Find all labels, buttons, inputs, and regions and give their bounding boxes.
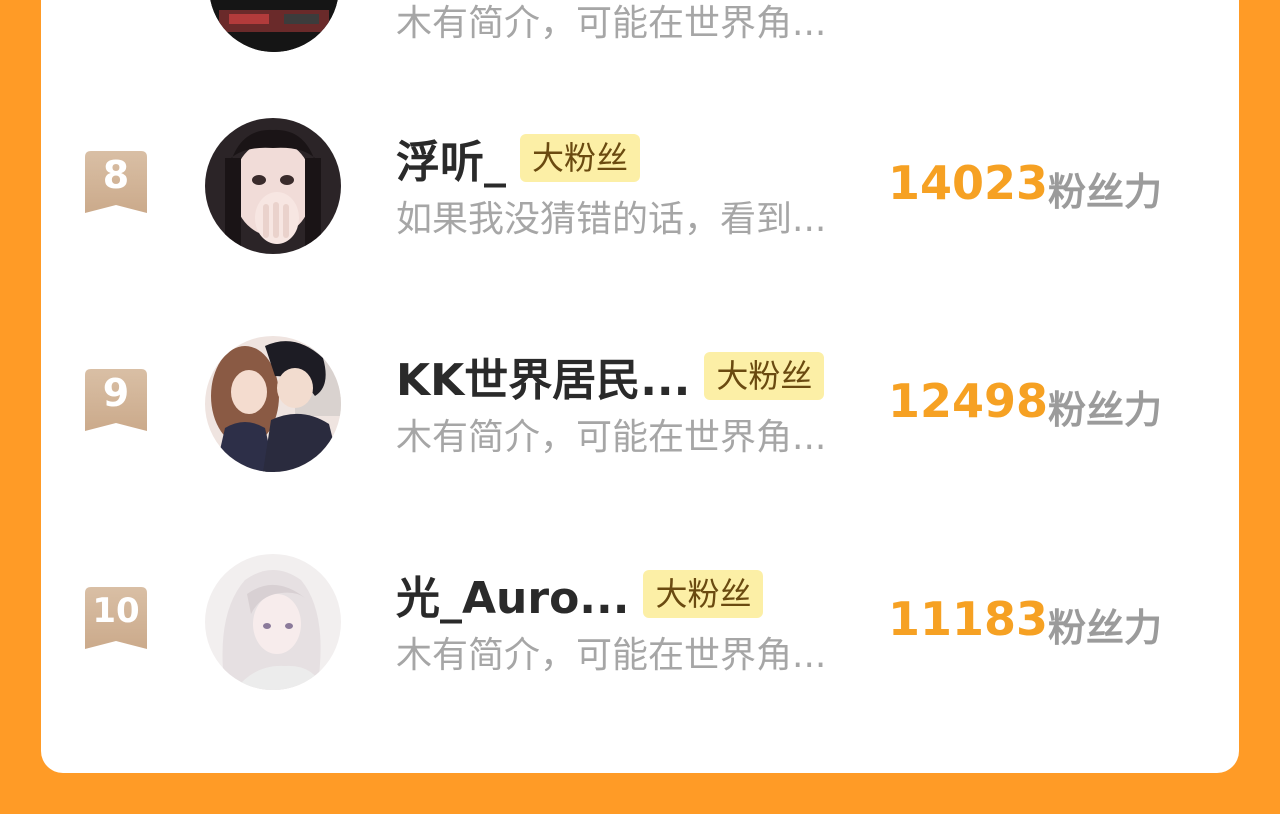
fan-level-tag: 大粉丝 bbox=[643, 570, 764, 618]
user-description: 如果我没猜错的话，看到... bbox=[396, 199, 827, 240]
user-name[interactable]: KK世界居民... bbox=[396, 344, 690, 408]
rank-number: 10 bbox=[92, 591, 140, 631]
fan-level-tag: 大粉丝 bbox=[520, 134, 641, 182]
avatar-girl-dark-hair-icon[interactable] bbox=[205, 118, 341, 254]
user-description: 木有简介，可能在世界角... bbox=[396, 635, 827, 676]
name-line: 光_Auro... 大粉丝 bbox=[396, 562, 764, 626]
name-line: KK世界居民... 大粉丝 bbox=[396, 344, 825, 408]
list-item[interactable]: 9 KK世界居民... 大粉丝 木有简介，可能在世界角... 12498 粉丝力 bbox=[41, 336, 1239, 476]
list-item[interactable]: 10 光_Auro... 大粉丝 木有简介，可能在世界角... 11183 粉丝… bbox=[41, 554, 1239, 694]
rank-badge: 9 bbox=[85, 369, 147, 433]
fan-power-label: 粉丝力 bbox=[1048, 606, 1163, 650]
avatar-white-hair-girl-icon[interactable] bbox=[205, 554, 341, 690]
user-description: 木有简介，可能在世界角... bbox=[396, 417, 827, 458]
rank-number: 8 bbox=[102, 153, 130, 197]
fan-power-score: 12498 bbox=[888, 374, 1049, 428]
rank-badge: 10 bbox=[85, 587, 147, 651]
user-name[interactable]: 浮听_ bbox=[396, 126, 506, 190]
user-name[interactable]: 光_Auro... bbox=[396, 562, 629, 626]
name-line: 浮听_ 大粉丝 bbox=[396, 126, 641, 190]
fan-power-score: 14023 bbox=[888, 156, 1049, 210]
rank-badge: 8 bbox=[85, 151, 147, 215]
fan-power-label: 粉丝力 bbox=[1048, 170, 1163, 214]
avatar[interactable] bbox=[209, 0, 339, 52]
fan-power-score: 11183 bbox=[888, 592, 1049, 646]
fan-power-label: 粉丝力 bbox=[1048, 388, 1163, 432]
user-description: 木有简介，可能在世界角... bbox=[396, 3, 827, 44]
rank-number: 9 bbox=[102, 371, 130, 415]
fan-ranking-card: 木有简介，可能在世界角... 8 浮听_ 大粉丝 如果我没猜错的话，看到... … bbox=[41, 0, 1239, 773]
fan-level-tag: 大粉丝 bbox=[704, 352, 825, 400]
avatar-couple-icon[interactable] bbox=[205, 336, 341, 472]
list-item-partial[interactable]: 木有简介，可能在世界角... bbox=[41, 0, 1239, 64]
list-item[interactable]: 8 浮听_ 大粉丝 如果我没猜错的话，看到... 14023 粉丝力 bbox=[41, 118, 1239, 258]
